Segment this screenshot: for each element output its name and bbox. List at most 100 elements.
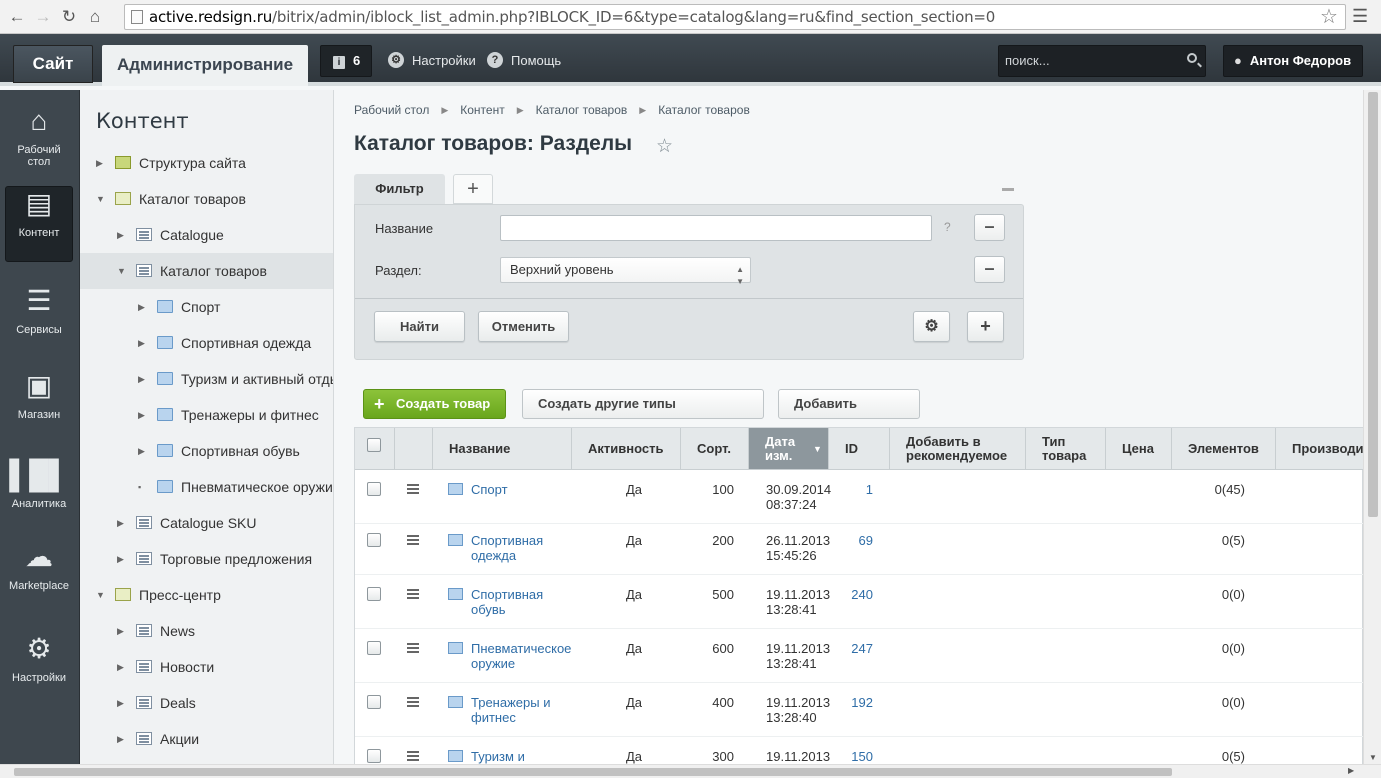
back-arrow-icon[interactable]: ← (4, 4, 30, 30)
tree-item[interactable]: ▼ Каталог товаров (80, 253, 333, 289)
cancel-button[interactable]: Отменить (478, 311, 569, 342)
add-section-button[interactable]: Добавить раздел (778, 389, 920, 439)
browser-menu-icon[interactable]: ☰ (1352, 6, 1368, 27)
expand-arrow-icon[interactable]: ▶ (117, 649, 124, 685)
expand-arrow-icon[interactable]: ▶ (138, 433, 145, 469)
breadcrumb-item[interactable]: Каталог товаров (658, 103, 750, 118)
breadcrumb-item[interactable]: Рабочий стол (354, 103, 429, 118)
row-actions-menu-icon[interactable] (407, 697, 419, 699)
tree-item[interactable]: ▶ News (80, 613, 333, 649)
expand-arrow-icon[interactable]: ▶ (117, 541, 124, 577)
tree-item[interactable]: ▶ Catalogue (80, 217, 333, 253)
vertical-scrollbar[interactable]: ▼ (1363, 90, 1381, 764)
row-actions-menu-icon[interactable] (407, 643, 419, 645)
scroll-down-arrow-icon[interactable]: ▼ (1369, 753, 1377, 762)
expand-arrow-icon[interactable]: ▶ (117, 613, 124, 649)
expand-arrow-icon[interactable]: ▶ (117, 685, 124, 721)
id-link[interactable]: 192 (835, 695, 873, 710)
nav-marketplace[interactable]: ☁ Marketplace (5, 540, 73, 616)
filter-tab[interactable]: Фильтр (354, 174, 445, 206)
tree-item[interactable]: ▶ Структура сайта (80, 145, 333, 181)
create-other-types-button[interactable]: Создать другие типы товаров▼ (522, 389, 764, 439)
tree-item[interactable]: ▶ Deals (80, 685, 333, 721)
row-checkbox[interactable] (367, 749, 381, 763)
column-header-name[interactable]: Название (433, 428, 572, 469)
settings-link[interactable]: ⚙ Настройки (388, 52, 476, 68)
tree-item[interactable]: ▪ Пневматическое оружие (80, 469, 333, 505)
help-link[interactable]: ? Помощь (487, 52, 561, 68)
nav-analytics[interactable]: ▌█▌ Аналитика (5, 458, 73, 534)
tree-item[interactable]: ▼ Пресс-центр (80, 577, 333, 613)
filter-section-select[interactable]: Верхний уровень ▲ ▼ (500, 257, 751, 286)
column-header-id[interactable]: ID (829, 428, 890, 469)
search-icon[interactable] (1187, 53, 1197, 63)
expand-arrow-icon[interactable]: ▶ (117, 505, 124, 541)
tree-item[interactable]: ▶ Торговые предложения (80, 541, 333, 577)
tree-item[interactable]: ▶ Спортивная обувь (80, 433, 333, 469)
scrollbar-thumb[interactable] (1368, 92, 1378, 517)
help-icon[interactable]: ? (944, 220, 951, 234)
site-tab[interactable]: Сайт (13, 45, 93, 83)
forward-arrow-icon[interactable]: → (30, 4, 56, 30)
user-menu-button[interactable]: ● Антон Федоров (1223, 45, 1363, 77)
reload-icon[interactable]: ↻ (56, 4, 82, 30)
home-icon[interactable]: ⌂ (82, 4, 108, 30)
bookmark-star-icon[interactable]: ☆ (1320, 4, 1338, 29)
tree-item[interactable]: ▶ Тренажеры и фитнес (80, 397, 333, 433)
find-button[interactable]: Найти (374, 311, 465, 342)
column-header-elements[interactable]: Элементов (1172, 428, 1276, 469)
favorite-star-icon[interactable]: ☆ (656, 135, 673, 158)
expand-arrow-icon[interactable]: ▶ (138, 361, 145, 397)
tree-item[interactable]: ▶ Catalogue SKU (80, 505, 333, 541)
remove-filter-row-button[interactable]: – (974, 214, 1005, 241)
filter-settings-gear-icon[interactable]: ⚙ (913, 311, 950, 342)
id-link[interactable]: 69 (835, 533, 873, 548)
expand-arrow-icon[interactable]: ▶ (117, 217, 124, 253)
address-bar[interactable]: active.redsign.ru/bitrix/admin/iblock_li… (124, 4, 1346, 30)
column-header-product-type[interactable]: Тип товара (1026, 428, 1106, 469)
admin-tab[interactable]: Администрирование (102, 45, 308, 86)
collapse-arrow-icon[interactable]: ▼ (117, 253, 126, 289)
expand-arrow-icon[interactable]: ▶ (138, 325, 145, 361)
collapse-arrow-icon[interactable]: ▼ (96, 181, 105, 217)
tree-item[interactable]: ▶ Спорт (80, 289, 333, 325)
id-link[interactable]: 150 (835, 749, 873, 764)
nav-services[interactable]: ☰ Сервисы (5, 284, 73, 360)
table-row[interactable]: Спорт Да 100 30.09.2014 08:37:24 1 0(45) (355, 470, 1363, 524)
section-name-link[interactable]: Спорт (471, 482, 581, 497)
row-actions-menu-icon[interactable] (407, 484, 419, 486)
expand-arrow-icon[interactable]: ▶ (138, 289, 145, 325)
table-row[interactable]: Пневматическое оружие Да 600 19.11.2013 13:2… (355, 629, 1363, 683)
expand-arrow-icon[interactable]: ▶ (117, 721, 124, 757)
row-checkbox[interactable] (367, 695, 381, 709)
expand-arrow-icon[interactable]: ▶ (138, 397, 145, 433)
scrollbar-thumb[interactable] (14, 768, 1172, 776)
row-checkbox[interactable] (367, 587, 381, 601)
tree-item[interactable]: ▶ Спортивная одежда (80, 325, 333, 361)
tree-item[interactable]: ▶ Новости (80, 649, 333, 685)
section-name-link[interactable]: Спортивная одежда (471, 533, 581, 563)
nav-desktop[interactable]: ⌂ Рабочий стол (5, 104, 73, 180)
id-link[interactable]: 247 (835, 641, 873, 656)
section-name-link[interactable]: Спортивная обувь (471, 587, 581, 617)
nav-settings[interactable]: ⚙ Настройки (5, 632, 73, 708)
tree-item[interactable]: ▶ Акции (80, 721, 333, 757)
nav-shop[interactable]: ▣ Магазин (5, 369, 73, 445)
row-checkbox[interactable] (367, 533, 381, 547)
column-header-sort[interactable]: Сорт. (681, 428, 749, 469)
tree-item[interactable]: ▶ Туризм и активный отдых (80, 361, 333, 397)
row-checkbox[interactable] (367, 482, 381, 496)
tree-item[interactable]: ▼ Каталог товаров (80, 181, 333, 217)
create-product-button[interactable]: + Создать товар (363, 389, 506, 419)
search-input[interactable]: поиск... (998, 45, 1206, 77)
section-name-link[interactable]: Пневматическое оружие (471, 641, 581, 671)
breadcrumb-item[interactable]: Контент (460, 103, 504, 118)
expand-arrow-icon[interactable]: ▶ (96, 145, 103, 181)
add-filter-tab-button[interactable]: + (453, 174, 493, 204)
section-name-link[interactable]: Туризм и (471, 749, 581, 764)
filter-name-input[interactable] (500, 215, 932, 241)
add-filter-field-button[interactable]: + (967, 311, 1004, 342)
id-link[interactable]: 1 (835, 482, 873, 497)
column-header-manufacturer[interactable]: Производи (1276, 428, 1363, 469)
column-header-price[interactable]: Цена (1106, 428, 1172, 469)
